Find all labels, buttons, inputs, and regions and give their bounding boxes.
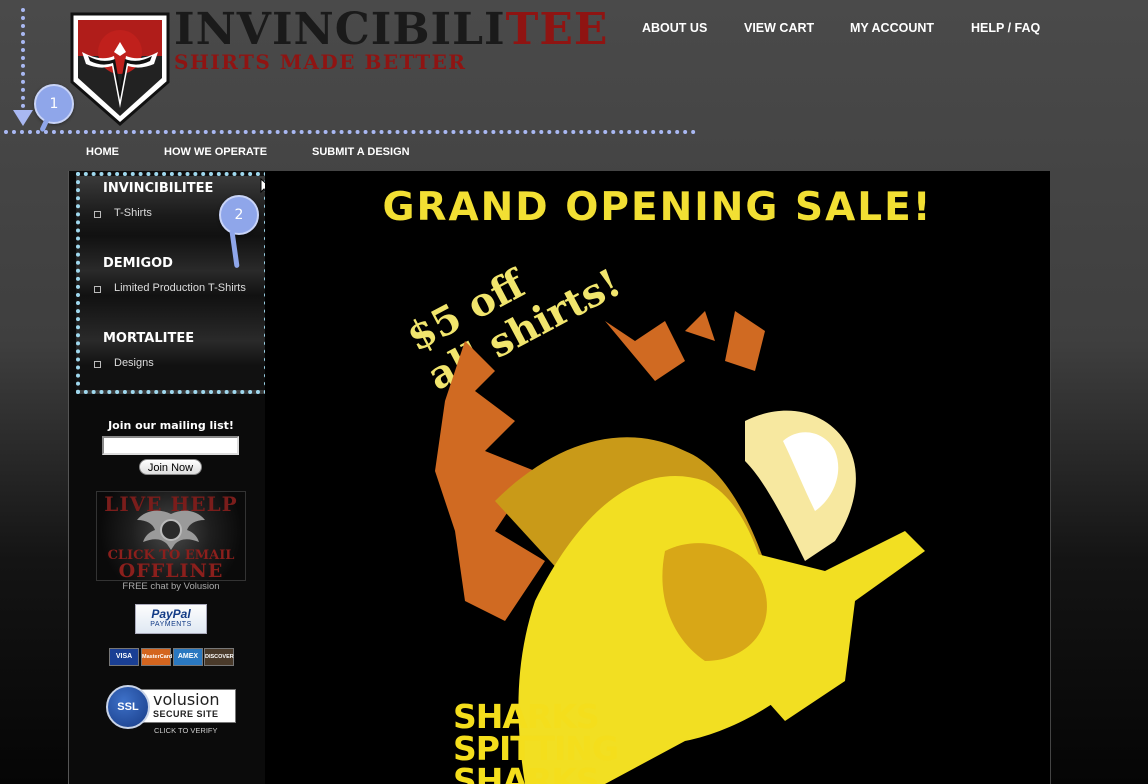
chat-credit-link[interactable]: FREE chat by Volusion — [80, 581, 262, 592]
category-link-designs[interactable]: Designs — [114, 357, 154, 369]
banner-headline: GRAND OPENING SALE! — [382, 185, 933, 230]
paypal-logo: PayPal — [151, 607, 191, 621]
category-link-limited-production[interactable]: Limited Production T-Shirts — [114, 282, 246, 294]
annotation-dashed-line — [4, 130, 696, 134]
shirt-print-line-3: SHARKS — [453, 761, 600, 784]
annotation-arrow — [13, 110, 33, 126]
brand-name-dark: INVINCIBILI — [174, 4, 506, 55]
live-help-status: OFFLINE — [118, 560, 224, 581]
promo-banner[interactable]: GRAND OPENING SALE! $5 off all shirts! S… — [265, 171, 1051, 784]
join-now-button[interactable]: Join Now — [139, 459, 202, 475]
bullet-icon — [94, 286, 101, 293]
nav-submit-design[interactable]: SUBMIT A DESIGN — [312, 146, 410, 158]
winged-skull-icon — [137, 510, 205, 550]
nav-home[interactable]: HOME — [86, 146, 119, 158]
live-help-button[interactable]: LIVE HELP CLICK TO EMAIL OFFLINE — [96, 491, 246, 581]
bullet-icon — [94, 211, 101, 218]
discover-card-icon: DISCOVER — [204, 648, 234, 666]
annotation-pin-2: 2 — [219, 195, 259, 235]
shirt-print-text: SHARKS SPITTING SHARKS — [453, 700, 619, 784]
mailing-list-label: Join our mailing list! — [108, 419, 234, 432]
visa-card-icon: VISA — [109, 648, 139, 666]
nav-how-we-operate[interactable]: HOW WE OPERATE — [164, 146, 267, 158]
bullet-icon — [94, 361, 101, 368]
ssl-subtitle: SECURE SITE — [153, 709, 219, 719]
category-link-t-shirts[interactable]: T-Shirts — [114, 207, 152, 219]
nav-about-us[interactable]: ABOUT US — [642, 21, 707, 35]
mastercard-icon: MasterCard — [141, 648, 172, 666]
brand-name-red: TEE — [505, 4, 609, 55]
nav-help-faq[interactable]: HELP / FAQ — [971, 21, 1040, 35]
ssl-secure-badge[interactable]: volusion SECURE SITE SSL — [106, 685, 236, 729]
category-heading: INVINCIBILITEE — [103, 181, 214, 196]
eagle-shield-logo[interactable] — [70, 12, 170, 126]
annotation-pin-1: 1 — [34, 84, 74, 124]
ssl-lock-icon: SSL — [106, 685, 150, 729]
paypal-badge: PayPal PAYMENTS — [135, 604, 207, 634]
ssl-brand: volusion — [153, 690, 220, 709]
nav-view-cart[interactable]: VIEW CART — [744, 21, 814, 35]
category-heading: MORTALITEE — [103, 331, 195, 346]
brand-tagline: SHIRTS MADE BETTER — [174, 50, 467, 74]
mailing-email-input[interactable] — [102, 436, 239, 455]
paypal-payments-label: PAYMENTS — [150, 621, 192, 628]
amex-card-icon: AMEX — [173, 648, 203, 666]
category-heading: DEMIGOD — [103, 256, 173, 271]
ssl-verify-link[interactable]: CLICK TO VERIFY — [154, 726, 218, 735]
nav-my-account[interactable]: MY ACCOUNT — [850, 21, 934, 35]
brand-name[interactable]: INVINCIBILITEE — [174, 6, 608, 54]
annotation-dashed-line — [21, 8, 25, 116]
